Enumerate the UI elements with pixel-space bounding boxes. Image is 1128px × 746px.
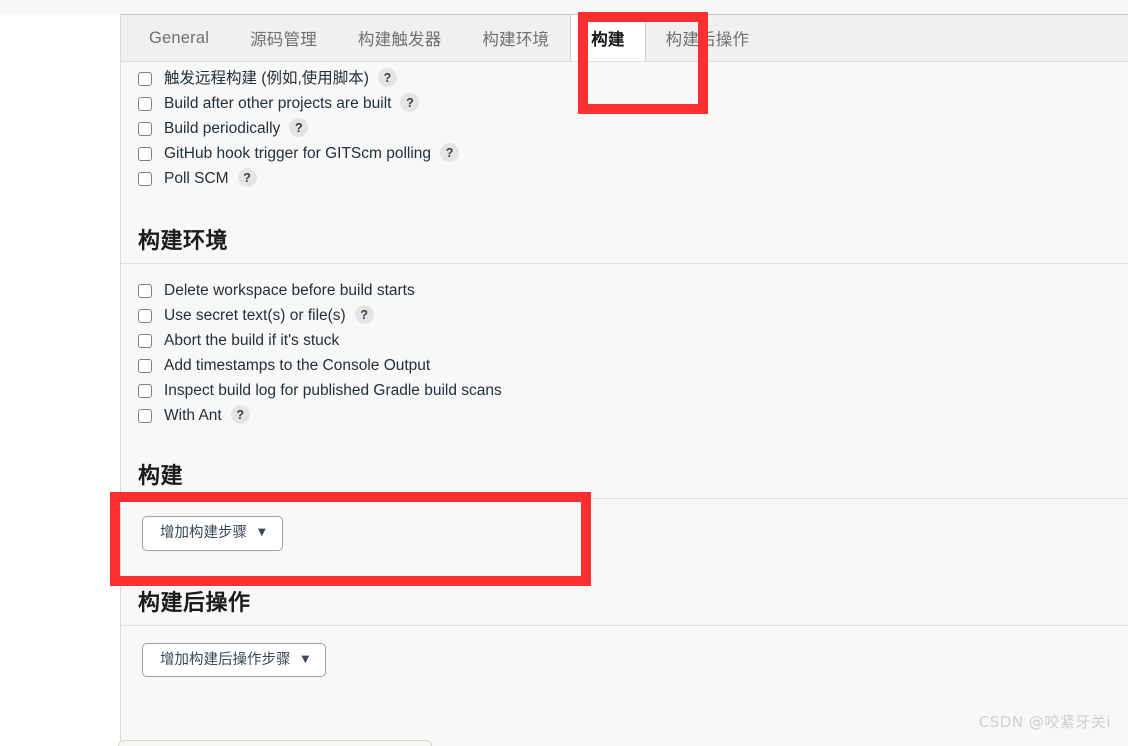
checkbox-poll-scm[interactable] — [138, 171, 152, 186]
checkbox-github-hook-trigger[interactable] — [138, 146, 152, 161]
config-form-body: 触发远程构建 (例如,使用脚本) ? Build after other pro… — [121, 62, 1128, 746]
section-title-build: 构建 — [138, 464, 184, 489]
checkbox-label-add-timestamps: Add timestamps to the Console Output — [164, 356, 431, 374]
checkbox-row-abort-if-stuck[interactable]: Abort the build if it's stuck — [138, 328, 1128, 353]
checkbox-trigger-remote[interactable] — [138, 71, 152, 86]
checkbox-label-github-hook-trigger: GitHub hook trigger for GITScm polling — [164, 144, 432, 162]
tab-source-code-management[interactable]: 源码管理 — [230, 15, 338, 61]
checkbox-row-with-ant[interactable]: With Ant ? — [138, 403, 1128, 428]
help-icon-github-hook-trigger[interactable]: ? — [440, 143, 460, 162]
checkbox-row-build-periodically[interactable]: Build periodically ? — [138, 116, 1128, 141]
checkbox-label-abort-if-stuck: Abort the build if it's stuck — [164, 331, 340, 349]
checkbox-row-build-after-other-projects[interactable]: Build after other projects are built ? — [138, 91, 1128, 116]
checkbox-abort-if-stuck[interactable] — [138, 333, 152, 348]
help-icon-with-ant[interactable]: ? — [230, 405, 250, 424]
add-post-build-step-button[interactable]: 增加构建后操作步骤 ▼ — [142, 642, 327, 677]
section-post-build-actions: 构建后操作 增加构建后操作步骤 ▼ — [121, 585, 1128, 677]
help-icon-build-after-other-projects[interactable]: ? — [400, 93, 420, 112]
add-build-step-button[interactable]: 增加构建步骤 ▼ — [142, 516, 283, 551]
section-body-post-build-actions: 增加构建后操作步骤 ▼ — [121, 626, 1128, 677]
checkbox-row-add-timestamps[interactable]: Add timestamps to the Console Output — [138, 353, 1128, 378]
tab-general-label: General — [149, 28, 210, 47]
build-environment-checkbox-list: Delete workspace before build starts Use… — [121, 274, 1128, 428]
help-icon-use-secret-text[interactable]: ? — [354, 305, 374, 324]
tab-build[interactable]: 构建 — [570, 15, 646, 61]
tab-build-triggers[interactable]: 构建触发器 — [338, 15, 463, 61]
section-body-build: 增加构建步骤 ▼ — [121, 499, 1128, 585]
checkbox-build-after-other-projects[interactable] — [138, 96, 152, 111]
tab-build-environment[interactable]: 构建环境 — [462, 15, 570, 61]
tab-source-code-management-label: 源码管理 — [250, 31, 317, 49]
checkbox-row-delete-workspace[interactable]: Delete workspace before build starts — [138, 278, 1128, 303]
add-post-build-step-label: 增加构建后操作步骤 — [160, 651, 291, 668]
help-icon-poll-scm[interactable]: ? — [237, 168, 257, 187]
section-build-environment: 构建环境 Delete workspace before build start… — [121, 223, 1128, 428]
sticky-save-bar-sliver[interactable] — [118, 740, 432, 746]
checkbox-row-github-hook-trigger[interactable]: GitHub hook trigger for GITScm polling ? — [138, 141, 1128, 166]
checkbox-use-secret-text[interactable] — [138, 308, 152, 323]
chevron-down-icon-post-build: ▼ — [301, 653, 310, 665]
tab-general[interactable]: General — [129, 15, 230, 61]
section-title-post-build-actions: 构建后操作 — [138, 590, 251, 616]
checkbox-label-build-periodically: Build periodically — [164, 119, 281, 137]
tab-build-label: 构建 — [591, 31, 625, 49]
checkbox-delete-workspace[interactable] — [138, 283, 152, 298]
section-build: 构建 增加构建步骤 ▼ — [121, 458, 1128, 585]
build-triggers-checkbox-list: 触发远程构建 (例如,使用脚本) ? Build after other pro… — [121, 62, 1128, 191]
checkbox-label-inspect-gradle-scans: Inspect build log for published Gradle b… — [164, 381, 502, 399]
config-tabbar: General 源码管理 构建触发器 构建环境 构建 构建后操作 — [121, 14, 1128, 62]
checkbox-label-build-after-other-projects: Build after other projects are built — [164, 94, 392, 112]
checkbox-with-ant[interactable] — [138, 408, 152, 423]
browser-top-strip — [0, 0, 1128, 14]
checkbox-label-poll-scm: Poll SCM — [164, 169, 229, 187]
checkbox-add-timestamps[interactable] — [138, 358, 152, 373]
page-root: General 源码管理 构建触发器 构建环境 构建 构建后操作 触发远程构建 … — [0, 0, 1128, 746]
tab-post-build-actions-label: 构建后操作 — [665, 31, 750, 49]
checkbox-label-trigger-remote: 触发远程构建 (例如,使用脚本) — [164, 69, 369, 87]
checkbox-row-inspect-gradle-scans[interactable]: Inspect build log for published Gradle b… — [138, 378, 1128, 403]
section-body-build-environment: Delete workspace before build starts Use… — [121, 264, 1128, 428]
help-icon-trigger-remote[interactable]: ? — [377, 68, 397, 87]
checkbox-row-poll-scm[interactable]: Poll SCM ? — [138, 166, 1128, 191]
tab-build-environment-label: 构建环境 — [482, 31, 550, 49]
chevron-down-icon: ▼ — [258, 527, 266, 539]
checkbox-label-with-ant: With Ant — [164, 406, 222, 424]
help-icon-build-periodically[interactable]: ? — [289, 118, 309, 137]
checkbox-row-use-secret-text[interactable]: Use secret text(s) or file(s) ? — [138, 303, 1128, 328]
checkbox-inspect-gradle-scans[interactable] — [138, 383, 152, 398]
add-build-step-label: 增加构建步骤 — [160, 525, 247, 541]
checkbox-build-periodically[interactable] — [138, 121, 152, 136]
configure-content-column: General 源码管理 构建触发器 构建环境 构建 构建后操作 触发远程构建 … — [121, 14, 1128, 746]
section-title-build-environment: 构建环境 — [138, 229, 229, 254]
checkbox-label-delete-workspace: Delete workspace before build starts — [164, 281, 415, 299]
checkbox-label-use-secret-text: Use secret text(s) or file(s) — [164, 306, 346, 324]
csdn-watermark: CSDN @咬紧牙关i — [978, 713, 1111, 731]
checkbox-row-trigger-remote[interactable]: 触发远程构建 (例如,使用脚本) ? — [138, 66, 1128, 91]
tab-build-triggers-label: 构建触发器 — [357, 31, 442, 49]
tab-post-build-actions[interactable]: 构建后操作 — [646, 15, 771, 61]
left-gutter — [0, 14, 121, 746]
